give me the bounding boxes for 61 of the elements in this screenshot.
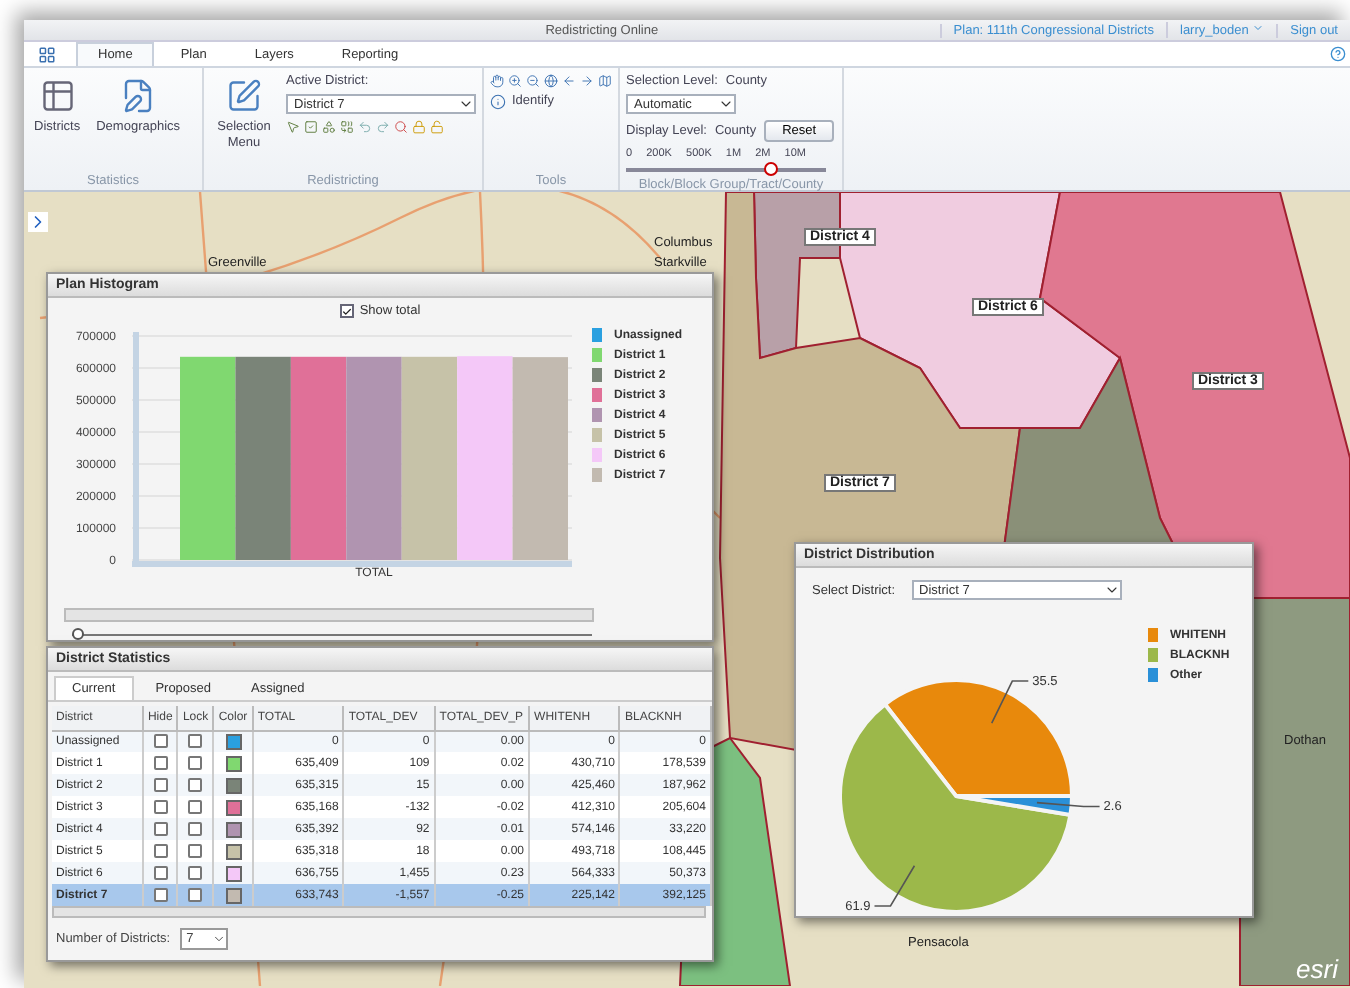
check-icon [341,305,352,317]
color-swatch[interactable] [225,755,242,771]
lock-checkbox[interactable] [188,822,203,836]
cursor-icon [286,120,300,134]
lock-checkbox[interactable] [188,756,203,770]
color-swatch[interactable] [225,777,242,793]
app-menu-icon[interactable] [38,45,56,63]
zoom-out-icon [526,74,540,88]
color-swatch[interactable] [225,865,242,881]
hand-icon [490,74,504,88]
table-icon [39,78,76,114]
document-pen-icon [120,78,157,114]
info-icon [490,94,506,110]
lock-checkbox[interactable] [188,734,203,749]
slider-thumb[interactable] [764,162,778,176]
hide-checkbox[interactable] [153,756,168,770]
color-swatch[interactable] [225,733,242,750]
lock-checkbox[interactable] [188,888,203,902]
hide-checkbox[interactable] [153,866,168,880]
expand-tab-icon[interactable] [28,212,48,232]
lock-checkbox[interactable] [188,866,203,880]
lock-checkbox[interactable] [188,800,203,814]
lock-checkbox[interactable] [188,778,203,792]
globe-icon [544,74,558,88]
unlock-icon [430,120,444,134]
undo-icon [358,120,372,134]
hide-checkbox[interactable] [153,734,168,749]
caret-icon [718,96,734,112]
horizontal-scrollbar[interactable] [52,906,706,918]
caret-icon [458,96,474,112]
color-swatch[interactable] [225,821,242,837]
district-area[interactable] [1038,192,1350,599]
combine-icon [340,120,354,134]
hide-checkbox[interactable] [153,888,168,902]
zoom-in-icon [508,74,522,88]
lock-checkbox[interactable] [188,844,203,858]
slider-thumb[interactable] [72,628,84,640]
arrow-left-icon [562,74,576,88]
leader-line [873,864,916,907]
hide-checkbox[interactable] [153,822,168,836]
leader-line [1036,801,1101,808]
help-icon[interactable] [1330,46,1346,62]
pen-square-icon [226,78,262,114]
caret-icon [1103,582,1120,598]
color-swatch[interactable] [225,887,242,903]
esri-logo: esri [1296,954,1338,984]
lock-icon [412,120,426,134]
caret-icon [1252,22,1265,34]
hide-checkbox[interactable] [153,800,168,814]
checked-square-icon [304,120,318,134]
color-swatch[interactable] [225,843,242,859]
color-swatch[interactable] [225,799,242,815]
redo-icon [376,120,390,134]
leader-line [990,680,1030,724]
search-icon [394,120,408,134]
arrow-right-icon [580,74,594,88]
hide-checkbox[interactable] [153,778,168,792]
horizontal-scrollbar[interactable] [64,608,594,622]
map-icon [598,74,612,88]
shapes-icon [322,120,336,134]
hide-checkbox[interactable] [153,844,168,858]
